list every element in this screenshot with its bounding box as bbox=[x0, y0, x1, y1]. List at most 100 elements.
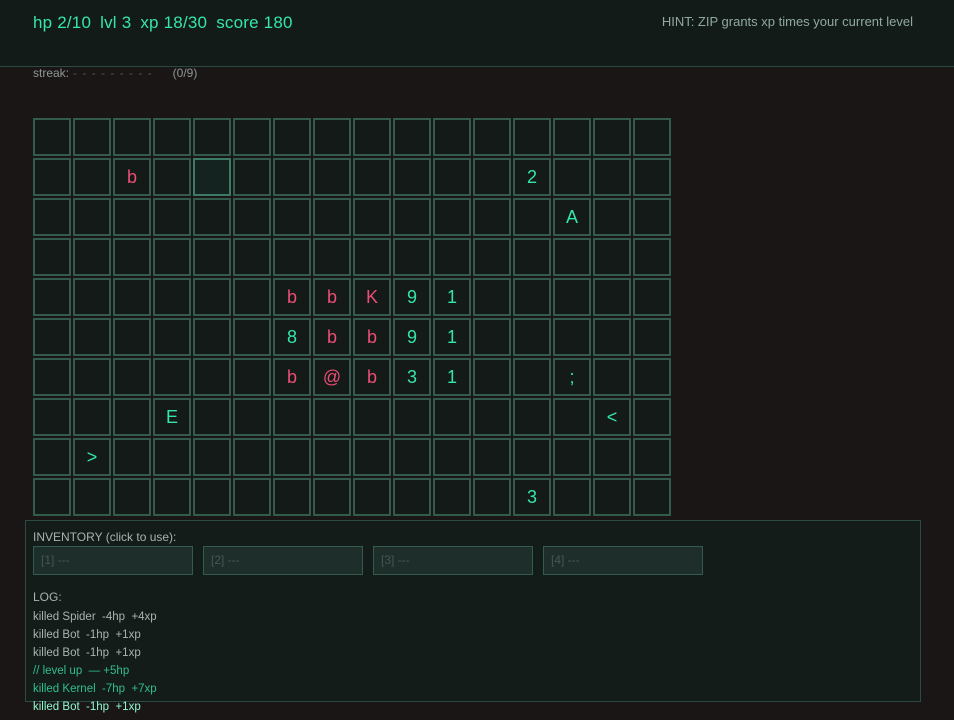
board-cell[interactable] bbox=[233, 478, 271, 516]
board-cell[interactable] bbox=[153, 198, 191, 236]
board-cell[interactable] bbox=[553, 278, 591, 316]
board-cell[interactable] bbox=[593, 158, 631, 196]
board-cell-enemy[interactable]: b bbox=[273, 278, 311, 316]
board-cell[interactable] bbox=[433, 158, 471, 196]
board-cell[interactable] bbox=[633, 358, 671, 396]
board-cell[interactable] bbox=[233, 278, 271, 316]
board-cell-enemy[interactable]: b bbox=[313, 318, 351, 356]
board-cell[interactable] bbox=[313, 398, 351, 436]
board-cell[interactable] bbox=[513, 118, 551, 156]
board-cell-item[interactable]: A bbox=[553, 198, 591, 236]
board-cell[interactable] bbox=[193, 278, 231, 316]
board-cell[interactable] bbox=[273, 478, 311, 516]
board-cell[interactable] bbox=[193, 238, 231, 276]
board-cell[interactable] bbox=[633, 398, 671, 436]
board-cell[interactable] bbox=[273, 158, 311, 196]
board-cell[interactable] bbox=[513, 238, 551, 276]
board-cell-enemy[interactable]: K bbox=[353, 278, 391, 316]
board-cell[interactable] bbox=[433, 478, 471, 516]
board-cell[interactable] bbox=[553, 438, 591, 476]
board-cell[interactable] bbox=[193, 118, 231, 156]
board-cell-item[interactable]: 1 bbox=[433, 318, 471, 356]
board-cell[interactable] bbox=[553, 478, 591, 516]
board-cell[interactable] bbox=[393, 198, 431, 236]
board-cell[interactable] bbox=[113, 398, 151, 436]
board-cell[interactable] bbox=[393, 158, 431, 196]
board-cell[interactable] bbox=[33, 398, 71, 436]
board-cell-selected[interactable] bbox=[193, 158, 231, 196]
board-cell-item[interactable]: < bbox=[593, 398, 631, 436]
board-cell[interactable] bbox=[593, 118, 631, 156]
board-cell[interactable] bbox=[233, 158, 271, 196]
board-cell[interactable] bbox=[33, 158, 71, 196]
board-cell[interactable] bbox=[433, 438, 471, 476]
board-cell-item[interactable]: 2 bbox=[513, 158, 551, 196]
board-cell[interactable] bbox=[633, 118, 671, 156]
board-cell[interactable] bbox=[393, 238, 431, 276]
board-cell[interactable] bbox=[593, 358, 631, 396]
board-cell[interactable] bbox=[633, 158, 671, 196]
board-cell[interactable] bbox=[473, 358, 511, 396]
board-cell[interactable] bbox=[513, 198, 551, 236]
board-cell[interactable] bbox=[273, 238, 311, 276]
board-cell[interactable] bbox=[73, 158, 111, 196]
board-cell[interactable] bbox=[33, 118, 71, 156]
board-cell-item[interactable]: 3 bbox=[393, 358, 431, 396]
board-cell[interactable] bbox=[353, 198, 391, 236]
inventory-slot-2[interactable]: [2] --- bbox=[203, 546, 363, 575]
board-cell[interactable] bbox=[273, 438, 311, 476]
board-cell[interactable] bbox=[233, 238, 271, 276]
board-cell[interactable] bbox=[553, 398, 591, 436]
inventory-slot-3[interactable]: [3] --- bbox=[373, 546, 533, 575]
board-cell[interactable] bbox=[33, 438, 71, 476]
board-cell[interactable] bbox=[113, 438, 151, 476]
board-cell[interactable] bbox=[433, 118, 471, 156]
board-cell-item[interactable]: 1 bbox=[433, 358, 471, 396]
inventory-slot-4[interactable]: [4] --- bbox=[543, 546, 703, 575]
board-cell[interactable] bbox=[393, 478, 431, 516]
board-cell[interactable] bbox=[433, 238, 471, 276]
board-cell[interactable] bbox=[553, 158, 591, 196]
board-cell[interactable] bbox=[153, 478, 191, 516]
board-cell[interactable] bbox=[33, 198, 71, 236]
board-cell[interactable] bbox=[113, 318, 151, 356]
board-cell[interactable] bbox=[313, 438, 351, 476]
board-cell[interactable] bbox=[473, 278, 511, 316]
board-cell-enemy[interactable]: b bbox=[313, 278, 351, 316]
board-cell[interactable] bbox=[353, 438, 391, 476]
board-cell[interactable] bbox=[633, 198, 671, 236]
board-cell[interactable] bbox=[113, 358, 151, 396]
board-cell[interactable] bbox=[73, 478, 111, 516]
board-cell[interactable] bbox=[113, 118, 151, 156]
board-cell[interactable] bbox=[313, 158, 351, 196]
board-cell[interactable] bbox=[73, 198, 111, 236]
board-cell-item[interactable]: 8 bbox=[273, 318, 311, 356]
board-cell[interactable] bbox=[73, 358, 111, 396]
board-cell[interactable] bbox=[233, 118, 271, 156]
board-cell[interactable] bbox=[153, 278, 191, 316]
board-cell[interactable] bbox=[433, 398, 471, 436]
board-cell[interactable] bbox=[33, 238, 71, 276]
inventory-slot-1[interactable]: [1] --- bbox=[33, 546, 193, 575]
board-cell[interactable] bbox=[513, 318, 551, 356]
board-cell[interactable] bbox=[233, 398, 271, 436]
board-cell[interactable] bbox=[513, 358, 551, 396]
board-cell[interactable] bbox=[633, 438, 671, 476]
board-cell[interactable] bbox=[233, 198, 271, 236]
board-cell[interactable] bbox=[593, 478, 631, 516]
board-cell-item[interactable]: > bbox=[73, 438, 111, 476]
board-cell[interactable] bbox=[273, 118, 311, 156]
board-cell[interactable] bbox=[393, 398, 431, 436]
board-cell[interactable] bbox=[153, 438, 191, 476]
board-cell[interactable] bbox=[193, 478, 231, 516]
board-cell-enemy[interactable]: b bbox=[113, 158, 151, 196]
board-cell[interactable] bbox=[313, 238, 351, 276]
board-cell[interactable] bbox=[353, 118, 391, 156]
board-cell[interactable] bbox=[33, 318, 71, 356]
board-cell[interactable] bbox=[273, 398, 311, 436]
board-cell-item[interactable]: E bbox=[153, 398, 191, 436]
board-cell[interactable] bbox=[193, 438, 231, 476]
board-cell[interactable] bbox=[233, 438, 271, 476]
board-cell[interactable] bbox=[153, 318, 191, 356]
board-cell-item[interactable]: 3 bbox=[513, 478, 551, 516]
